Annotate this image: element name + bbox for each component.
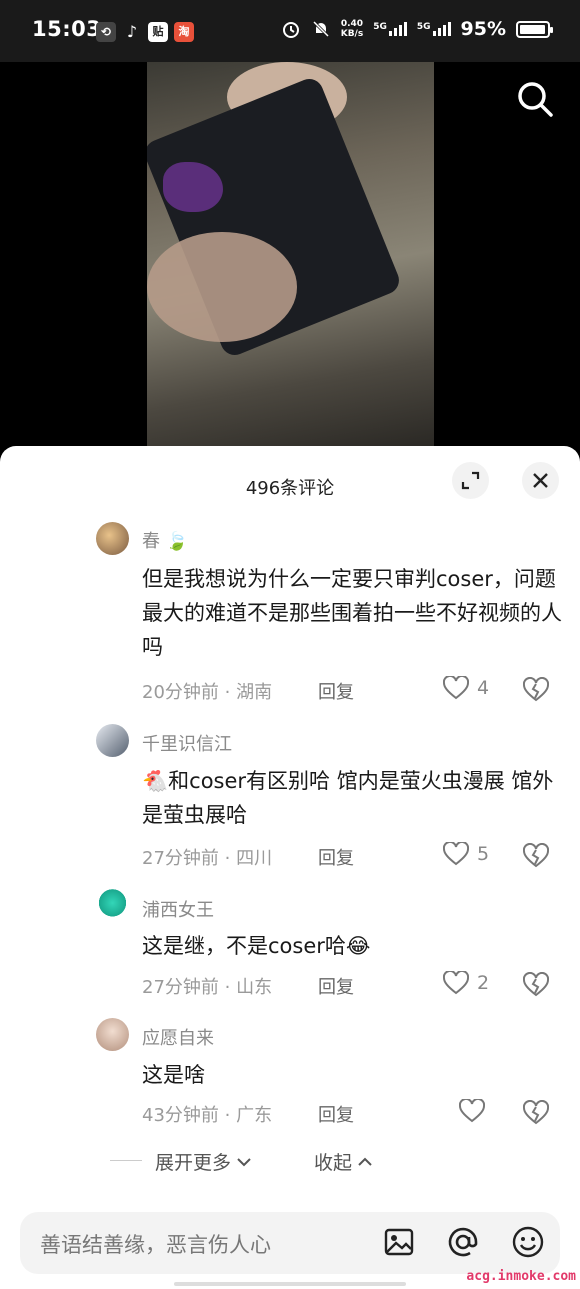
broken-heart-icon[interactable] — [523, 972, 549, 998]
broken-heart-icon[interactable] — [523, 843, 549, 869]
watermark: acg.inmoke.com — [466, 1269, 576, 1284]
heart-icon — [443, 676, 469, 700]
comment-username[interactable]: 千里识信江 — [142, 730, 232, 756]
notification-icons: ⟲ ♪ 贴 淘 — [96, 22, 194, 42]
reply-button[interactable]: 回复 — [318, 844, 354, 870]
broken-heart-icon[interactable] — [523, 677, 549, 703]
status-time: 15:03 — [32, 17, 102, 41]
alarm-icon — [282, 22, 299, 38]
expand-icon — [461, 471, 480, 490]
comment-username[interactable]: 浦西女王 — [142, 896, 214, 922]
expand-button[interactable] — [452, 462, 489, 499]
expand-more-label: 展开更多 — [155, 1152, 232, 1174]
comment-time-location: 43分钟前 · 广东 — [142, 1105, 273, 1126]
expand-more-button[interactable]: 展开更多 — [155, 1148, 253, 1175]
battery-icon — [516, 20, 553, 38]
home-indicator[interactable] — [174, 1282, 406, 1286]
signal-bars-icon — [432, 22, 451, 36]
heart-icon — [443, 971, 469, 995]
comment-text: 这是啥 — [142, 1063, 205, 1087]
avatar[interactable] — [96, 724, 129, 757]
comment-text: 这是继，不是coser哈😂 — [142, 934, 371, 958]
net-speed: 0.40 KB/s — [340, 19, 364, 39]
comment-input[interactable]: 善语结善缘，恶言伤人心 — [20, 1212, 560, 1274]
close-button[interactable] — [522, 462, 559, 499]
video-frame[interactable] — [147, 62, 434, 447]
reply-button[interactable]: 回复 — [318, 1101, 354, 1127]
status-bar: 15:03 ⟲ ♪ 贴 淘 0.40 KB/s 5G 5G 95% — [0, 0, 580, 62]
comment-time-location: 27分钟前 · 山东 — [142, 977, 273, 998]
comment-input-placeholder[interactable]: 善语结善缘，恶言伤人心 — [40, 1229, 271, 1259]
broken-heart-icon[interactable] — [523, 1100, 549, 1126]
like-button[interactable] — [459, 1099, 493, 1123]
comment-text: 🐔和coser有区别哈 馆内是萤火虫漫展 馆外是萤虫展哈 — [142, 769, 554, 827]
comment-time-location: 27分钟前 · 四川 — [142, 848, 273, 869]
video-content — [147, 232, 297, 342]
avatar[interactable] — [96, 522, 129, 555]
reply-button[interactable]: 回复 — [318, 678, 354, 704]
comment-username[interactable]: 春 🍃 — [142, 527, 188, 553]
search-icon[interactable] — [516, 80, 554, 118]
comment-username[interactable]: 应愿自来 — [142, 1024, 214, 1050]
signal-bars-icon — [388, 22, 407, 36]
tiktok-icon: ♪ — [126, 22, 138, 41]
video-player[interactable] — [0, 62, 580, 462]
chevron-down-icon — [237, 1157, 251, 1166]
tieba-icon: 贴 — [148, 22, 168, 42]
heart-icon — [459, 1099, 485, 1123]
chevron-up-icon — [358, 1157, 372, 1166]
emoji-icon[interactable] — [511, 1225, 545, 1259]
collapse-button[interactable]: 收起 — [314, 1148, 374, 1175]
battery-fill — [520, 24, 545, 34]
video-content — [163, 162, 223, 212]
like-button[interactable]: 2 — [443, 971, 489, 995]
like-count: 5 — [477, 843, 490, 865]
collapse-label: 收起 — [314, 1152, 353, 1174]
replies-controls: 展开更多 收起 — [0, 1146, 580, 1176]
image-icon[interactable] — [382, 1225, 416, 1259]
avatar[interactable] — [96, 1018, 129, 1051]
sync-icon: ⟲ — [96, 22, 116, 42]
status-right: 0.40 KB/s 5G 5G 95% — [281, 18, 553, 40]
comments-count-title: 496条评论 — [245, 478, 335, 499]
comments-sheet: 496条评论 春 🍃 但是我想说为什么一定要只审判coser，问题最大的难道不是… — [0, 446, 580, 1289]
like-button[interactable]: 5 — [443, 842, 489, 866]
mention-icon[interactable] — [446, 1225, 480, 1259]
reply-button[interactable]: 回复 — [318, 973, 354, 999]
battery-percent: 95% — [460, 18, 506, 40]
like-count: 4 — [477, 677, 490, 699]
divider — [110, 1160, 142, 1161]
like-button[interactable]: 4 — [443, 676, 489, 700]
avatar[interactable] — [96, 888, 129, 921]
signal-2: 5G — [417, 22, 451, 36]
leaf-icon: 🍃 — [160, 531, 189, 552]
comment-time-location: 20分钟前 · 湖南 — [142, 682, 273, 703]
close-icon — [533, 473, 548, 488]
signal-1: 5G — [373, 22, 407, 36]
mute-bell-icon — [312, 20, 329, 38]
heart-icon — [443, 842, 469, 866]
like-count: 2 — [477, 972, 490, 994]
taobao-icon: 淘 — [174, 22, 194, 42]
comment-text: 但是我想说为什么一定要只审判coser，问题最大的难道不是那些围着拍一些不好视频… — [142, 567, 562, 659]
